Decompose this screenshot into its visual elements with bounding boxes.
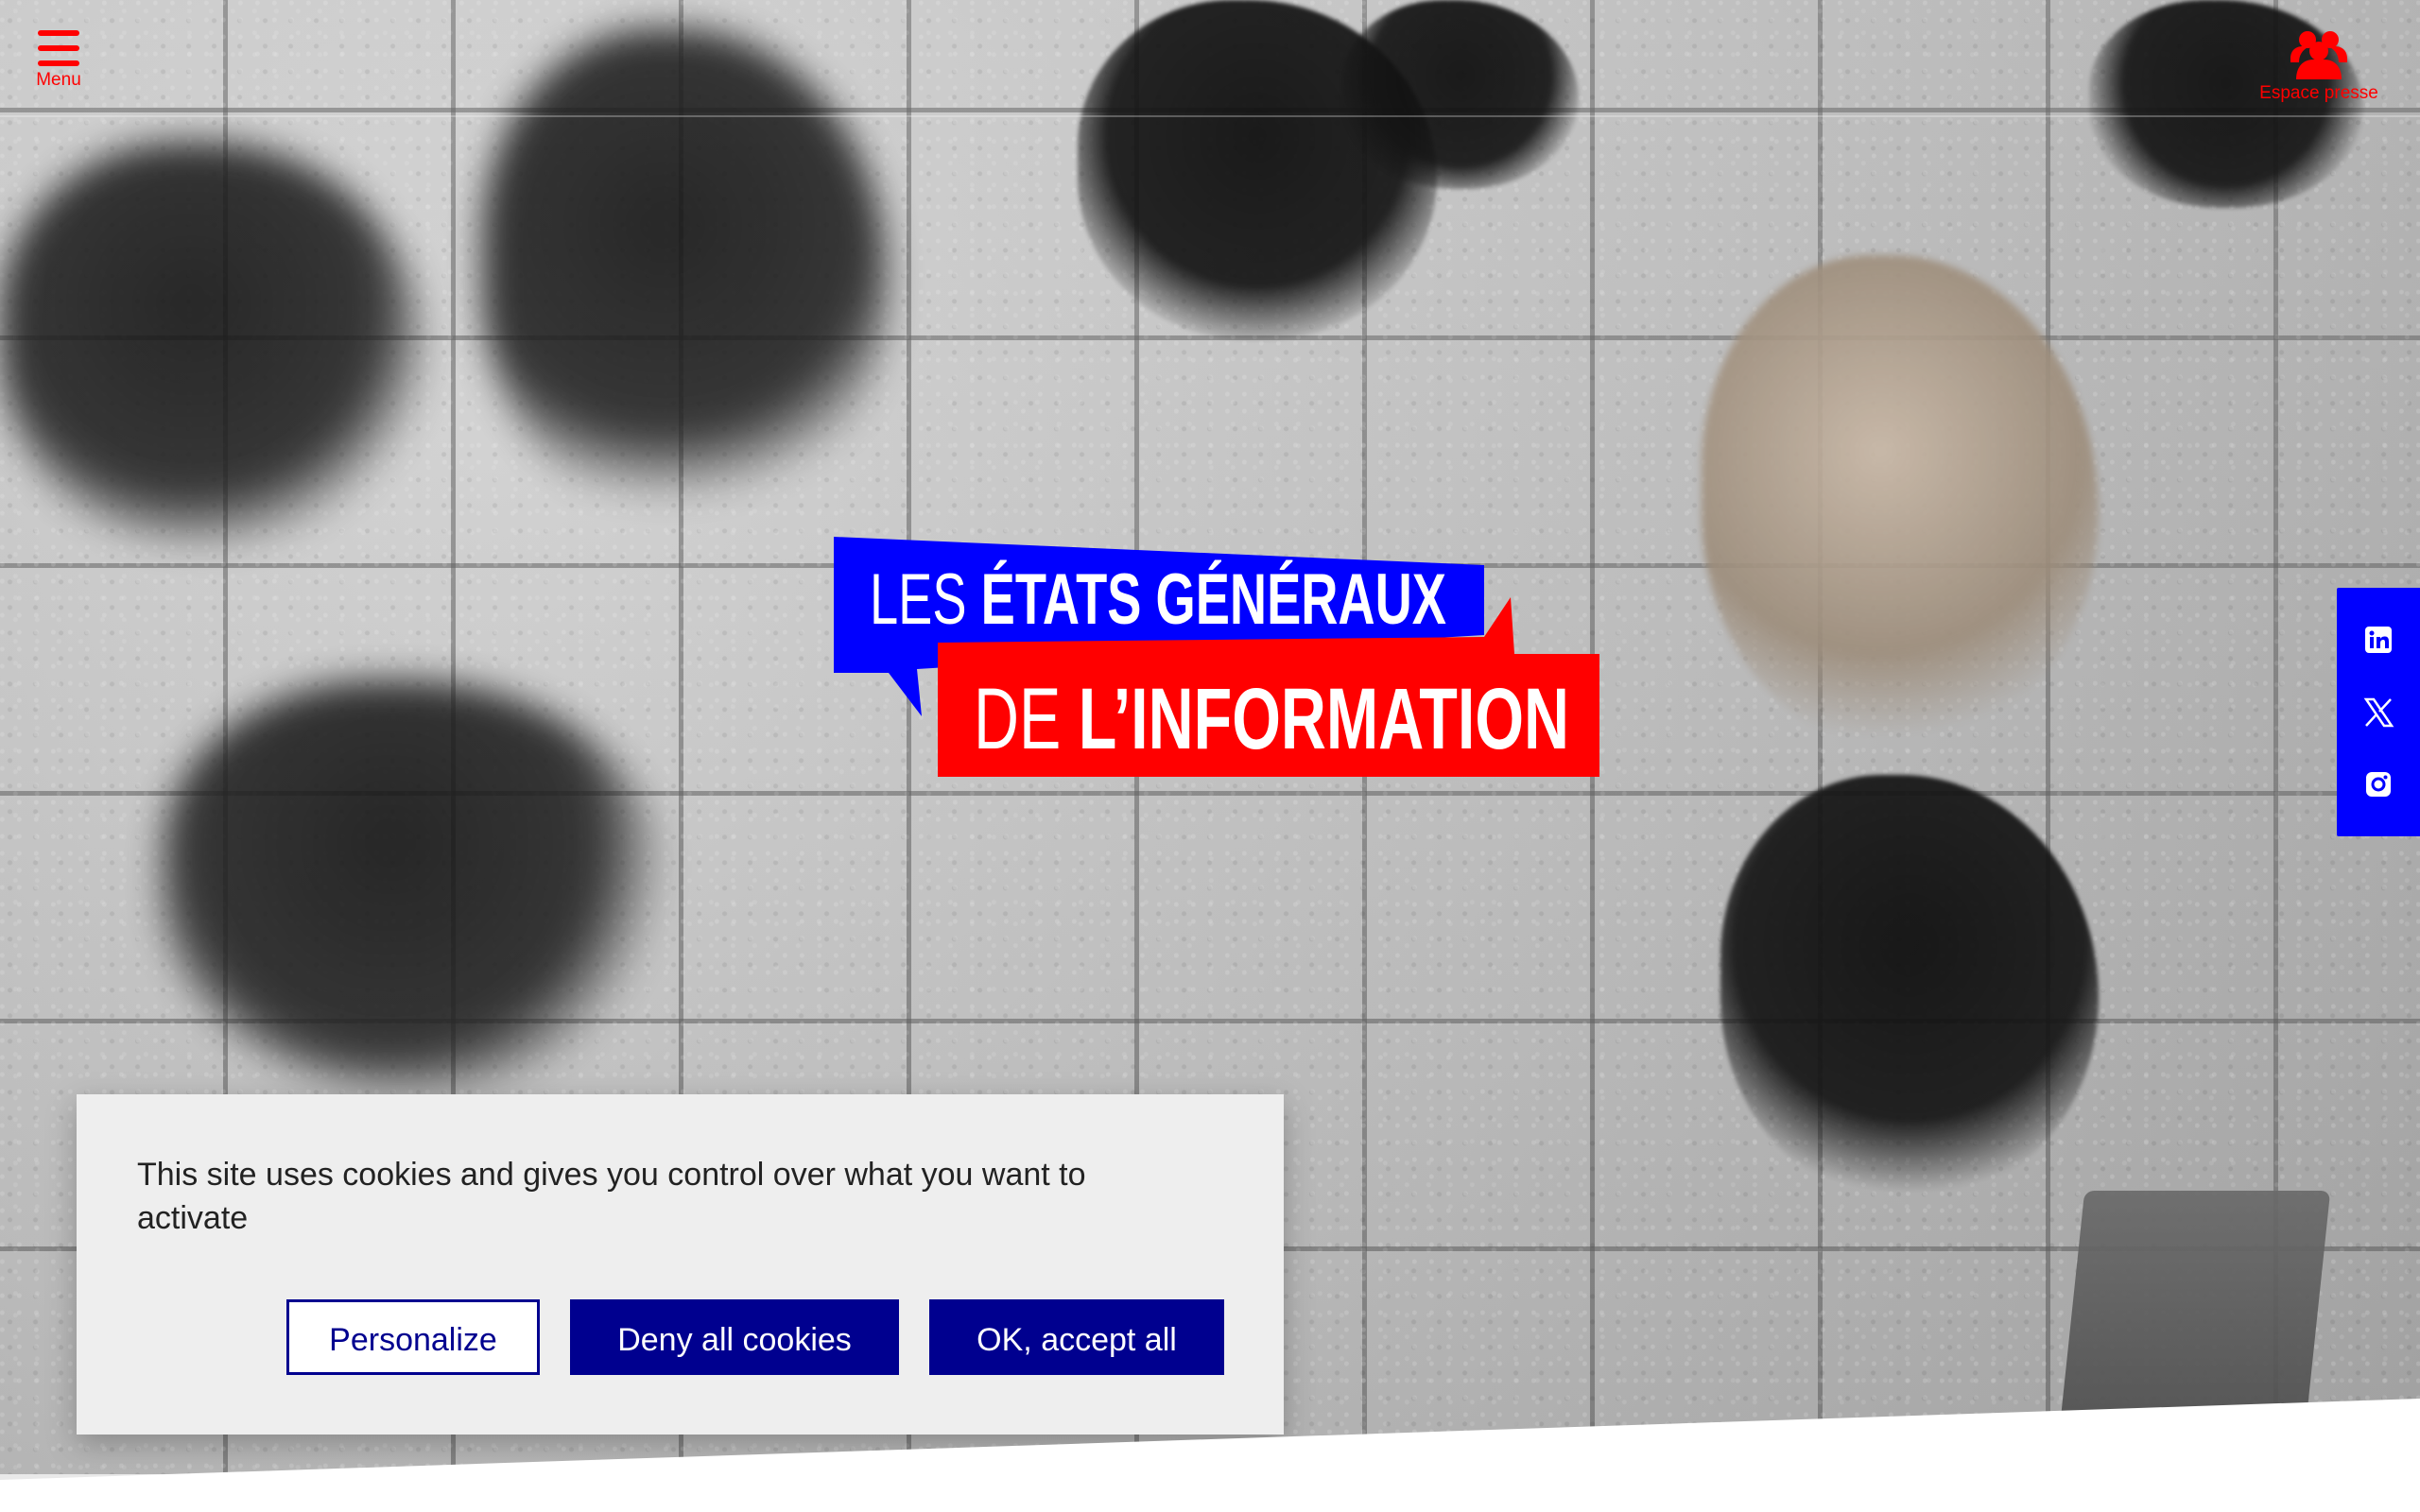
linkedin-link[interactable] [2358, 619, 2399, 661]
bottom-page-edge [0, 1399, 2420, 1512]
logo-line-2-bold: L’INFORMATION [1079, 671, 1569, 767]
cookie-message: This site uses cookies and gives you con… [137, 1157, 1086, 1236]
deny-all-cookies-button[interactable]: Deny all cookies [570, 1299, 899, 1375]
press-space-link[interactable]: Espace presse [2229, 28, 2409, 112]
etats-generaux-logo: LES ÉTATS GÉNÉRAUX DE L’INFORMATION [834, 537, 1599, 777]
logo-line-1-bold: ÉTATS GÉNÉRAUX [981, 559, 1447, 640]
menu-button[interactable]: Menu [28, 30, 89, 110]
personalize-button[interactable]: Personalize [286, 1299, 540, 1375]
press-label: Espace presse [2259, 83, 2378, 103]
top-bar: Menu Espace presse [0, 0, 2420, 117]
logo-line-2: DE L’INFORMATION [974, 671, 1569, 767]
logo-line-1: LES ÉTATS GÉNÉRAUX [870, 559, 1446, 640]
logo-line-2-light: DE [974, 671, 1079, 767]
instagram-link[interactable] [2358, 764, 2399, 805]
menu-label: Menu [36, 70, 81, 90]
instagram-icon [2366, 772, 2391, 798]
x-icon [2363, 697, 2394, 727]
accept-all-cookies-button[interactable]: OK, accept all [929, 1299, 1224, 1375]
social-rail [2337, 588, 2420, 836]
logo-line-1-light: LES [870, 559, 981, 640]
x-link[interactable] [2358, 692, 2399, 733]
press-group-icon [2290, 31, 2347, 79]
linkedin-icon [2365, 626, 2392, 653]
menu-icon [38, 30, 79, 66]
cookie-banner: This site uses cookies and gives you con… [77, 1094, 1284, 1435]
cookie-actions: Personalize Deny all cookies OK, accept … [286, 1299, 1224, 1375]
